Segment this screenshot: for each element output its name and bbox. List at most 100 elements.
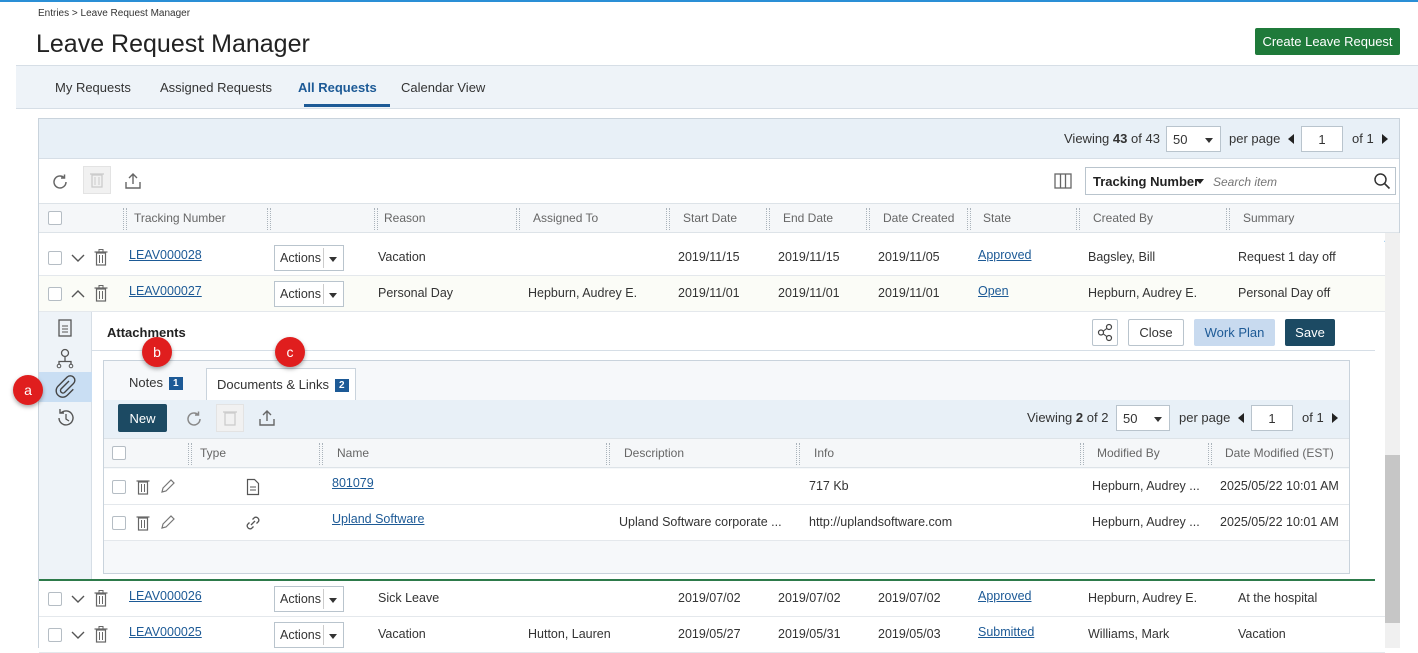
- col-tracking-number[interactable]: Tracking Number: [134, 211, 226, 225]
- save-button[interactable]: Save: [1285, 319, 1335, 346]
- tracking-link[interactable]: LEAV000028: [129, 248, 202, 262]
- tab-all-requests[interactable]: All Requests: [298, 80, 377, 95]
- next-page-icon[interactable]: [1382, 134, 1388, 144]
- sub-per-page-select[interactable]: 50: [1116, 405, 1170, 431]
- chevron-down-icon[interactable]: [71, 630, 85, 640]
- table-row[interactable]: LEAV000026 Actions Sick Leave 2019/07/02…: [39, 581, 1385, 617]
- columns-icon[interactable]: [1054, 172, 1072, 190]
- column-grip[interactable]: [188, 443, 192, 465]
- row-checkbox[interactable]: [112, 480, 126, 494]
- table-row[interactable]: LEAV000028 Actions Vacation 2019/11/15 2…: [39, 240, 1385, 276]
- col-info[interactable]: Info: [814, 446, 834, 460]
- column-grip[interactable]: [1226, 208, 1230, 230]
- new-button[interactable]: New: [118, 404, 167, 432]
- state-link[interactable]: Open: [978, 284, 1009, 298]
- row-checkbox[interactable]: [48, 287, 62, 301]
- col-type[interactable]: Type: [200, 446, 226, 460]
- state-link[interactable]: Approved: [978, 589, 1032, 603]
- col-name[interactable]: Name: [337, 446, 369, 460]
- delete-button-disabled[interactable]: [83, 166, 111, 194]
- work-plan-button[interactable]: Work Plan: [1194, 319, 1275, 346]
- tracking-link[interactable]: LEAV000025: [129, 625, 202, 639]
- column-grip[interactable]: [766, 208, 770, 230]
- chevron-down-icon[interactable]: [71, 253, 85, 263]
- breadcrumb[interactable]: Entries > Leave Request Manager: [38, 8, 190, 19]
- col-date-created[interactable]: Date Created: [883, 211, 954, 225]
- prev-page-icon[interactable]: [1238, 413, 1244, 423]
- col-state[interactable]: State: [983, 211, 1011, 225]
- create-leave-request-button[interactable]: Create Leave Request: [1255, 28, 1400, 55]
- actions-dropdown[interactable]: Actions: [274, 586, 344, 612]
- column-grip[interactable]: [267, 208, 271, 230]
- column-grip[interactable]: [516, 208, 520, 230]
- column-grip[interactable]: [796, 443, 800, 465]
- col-summary[interactable]: Summary: [1243, 211, 1294, 225]
- row-checkbox[interactable]: [48, 592, 62, 606]
- row-checkbox[interactable]: [48, 251, 62, 265]
- details-icon[interactable]: [39, 314, 92, 344]
- attachment-name-link[interactable]: 801079: [332, 476, 374, 490]
- attachment-row[interactable]: 801079 717 Kb Hepburn, Audrey ... 2025/0…: [104, 469, 1349, 505]
- state-link[interactable]: Submitted: [978, 625, 1034, 639]
- tab-calendar-view[interactable]: Calendar View: [401, 80, 485, 95]
- per-page-select[interactable]: 50: [1166, 126, 1221, 152]
- workflow-icon[interactable]: [39, 344, 92, 374]
- paperclip-icon[interactable]: [39, 372, 92, 402]
- column-grip[interactable]: [1208, 443, 1212, 465]
- col-date-modified[interactable]: Date Modified (EST): [1225, 446, 1334, 460]
- subtab-documents-links[interactable]: Documents & Links 2: [206, 368, 356, 401]
- col-reason[interactable]: Reason: [384, 211, 425, 225]
- chevron-down-icon[interactable]: [71, 594, 85, 604]
- table-row-expanded[interactable]: LEAV000027 Actions Personal Day Hepburn,…: [39, 276, 1385, 312]
- column-grip[interactable]: [123, 208, 127, 230]
- attachment-name-link[interactable]: Upland Software: [332, 512, 424, 526]
- select-all-checkbox[interactable]: [112, 446, 126, 460]
- search-input[interactable]: [1211, 172, 1371, 191]
- column-grip[interactable]: [866, 208, 870, 230]
- row-checkbox[interactable]: [112, 516, 126, 530]
- refresh-icon[interactable]: [50, 172, 70, 192]
- col-description[interactable]: Description: [624, 446, 684, 460]
- attachment-row[interactable]: Upland Software Upland Software corporat…: [104, 505, 1349, 541]
- delete-button-disabled[interactable]: [216, 404, 244, 432]
- trash-icon[interactable]: [94, 626, 108, 643]
- edit-pencil-icon[interactable]: [159, 478, 176, 495]
- trash-icon[interactable]: [94, 285, 108, 302]
- column-grip[interactable]: [1076, 208, 1080, 230]
- export-icon[interactable]: [257, 408, 277, 428]
- prev-page-icon[interactable]: [1288, 134, 1294, 144]
- search-field-select[interactable]: Tracking Number: [1093, 174, 1199, 189]
- chevron-down-icon[interactable]: [1196, 179, 1204, 184]
- close-button[interactable]: Close: [1128, 319, 1184, 346]
- column-grip[interactable]: [606, 443, 610, 465]
- share-icon[interactable]: [1092, 319, 1118, 346]
- chevron-up-icon[interactable]: [71, 289, 85, 299]
- scrollbar-thumb[interactable]: [1385, 455, 1400, 623]
- trash-icon[interactable]: [136, 478, 150, 495]
- column-grip[interactable]: [1080, 443, 1084, 465]
- col-modified-by[interactable]: Modified By: [1097, 446, 1160, 460]
- edit-pencil-icon[interactable]: [159, 514, 176, 531]
- subtab-notes[interactable]: Notes 1: [129, 375, 183, 390]
- tracking-link[interactable]: LEAV000027: [129, 284, 202, 298]
- tab-assigned-requests[interactable]: Assigned Requests: [160, 80, 272, 95]
- history-icon[interactable]: [39, 404, 92, 434]
- tracking-link[interactable]: LEAV000026: [129, 589, 202, 603]
- select-all-checkbox[interactable]: [48, 211, 62, 225]
- trash-icon[interactable]: [136, 514, 150, 531]
- column-grip[interactable]: [967, 208, 971, 230]
- col-assigned-to[interactable]: Assigned To: [533, 211, 598, 225]
- column-grip[interactable]: [666, 208, 670, 230]
- trash-icon[interactable]: [94, 249, 108, 266]
- refresh-icon[interactable]: [184, 409, 204, 429]
- state-link[interactable]: Approved: [978, 248, 1032, 262]
- column-grip[interactable]: [319, 443, 323, 465]
- col-created-by[interactable]: Created By: [1093, 211, 1153, 225]
- page-number-input[interactable]: 1: [1301, 126, 1343, 152]
- actions-dropdown[interactable]: Actions: [274, 245, 344, 271]
- trash-icon[interactable]: [94, 590, 108, 607]
- actions-dropdown[interactable]: Actions: [274, 622, 344, 648]
- tab-my-requests[interactable]: My Requests: [55, 80, 131, 95]
- column-grip[interactable]: [374, 208, 378, 230]
- next-page-icon[interactable]: [1332, 413, 1338, 423]
